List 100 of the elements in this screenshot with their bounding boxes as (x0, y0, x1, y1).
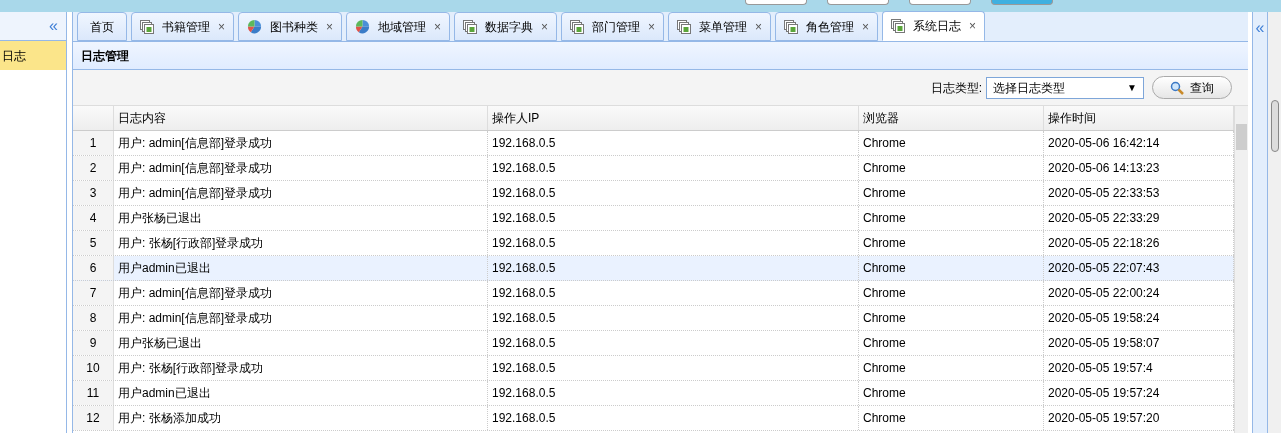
table-cell: Chrome (859, 181, 1044, 205)
sidebar-item[interactable]: 日志 (0, 41, 66, 70)
toolbar-button[interactable] (827, 0, 889, 5)
pie-chart-icon (247, 19, 262, 34)
table-cell: Chrome (859, 156, 1044, 180)
table-cell: Chrome (859, 206, 1044, 230)
table-cell: 192.168.0.5 (488, 181, 859, 205)
panel-title: 日志管理 (81, 47, 129, 65)
table-cell: 192.168.0.5 (488, 256, 859, 280)
table-row[interactable]: 10 用户: 张杨[行政部]登录成功 192.168.0.5 Chrome 2020-05-05 19:57:4 (73, 356, 1234, 381)
table-cell: 192.168.0.5 (488, 231, 859, 255)
table-row[interactable]: 5 用户: 张杨[行政部]登录成功 192.168.0.5 Chrome 2020-05-05 22:18:26 (73, 231, 1234, 256)
table-cell: Chrome (859, 281, 1044, 305)
close-icon[interactable]: × (862, 20, 870, 33)
table-cell: Chrome (859, 406, 1044, 430)
table-cell: Chrome (859, 231, 1044, 255)
column-header[interactable]: 操作人IP (488, 106, 859, 130)
table-cell: 用户: 张杨添加成功 (114, 406, 488, 430)
table-cell: 用户: 张杨[行政部]登录成功 (114, 356, 488, 380)
tab[interactable]: 地域管理 × (346, 12, 451, 41)
table-cell: 192.168.0.5 (488, 306, 859, 330)
collapse-icon[interactable]: « (49, 18, 58, 34)
row-number: 10 (73, 356, 114, 380)
row-number: 5 (73, 231, 114, 255)
table-row[interactable]: 12 用户: 张杨添加成功 192.168.0.5 Chrome 2020-05-05 19:57:20 (73, 406, 1234, 431)
tab[interactable]: 角色管理 × (775, 12, 879, 41)
table-cell: Chrome (859, 306, 1044, 330)
table-row[interactable]: 4 用户张杨已退出 192.168.0.5 Chrome 2020-05-05 22:33:29 (73, 206, 1234, 231)
pages-icon (570, 19, 585, 34)
log-type-select[interactable]: 选择日志类型 ▼ (986, 76, 1144, 99)
close-icon[interactable]: × (648, 20, 656, 33)
table-row[interactable]: 8 用户: admin[信息部]登录成功 192.168.0.5 Chrome 2020-05-05 19:58:24 (73, 306, 1234, 331)
table-cell: 用户: admin[信息部]登录成功 (114, 306, 488, 330)
filter-label: 日志类型: (930, 79, 982, 97)
column-header[interactable]: 浏览器 (859, 106, 1044, 130)
collapse-icon[interactable]: « (1255, 20, 1265, 433)
row-number: 12 (73, 406, 114, 430)
table-cell: 用户: admin[信息部]登录成功 (114, 181, 488, 205)
tab[interactable]: 首页 (77, 12, 127, 41)
tab[interactable]: 系统日志 × (882, 11, 986, 41)
table-cell: 用户: 张杨[行政部]登录成功 (114, 231, 488, 255)
page-scrollbar[interactable] (1268, 12, 1281, 433)
table-cell: 用户: admin[信息部]登录成功 (114, 281, 488, 305)
table-cell: 192.168.0.5 (488, 356, 859, 380)
row-number: 9 (73, 331, 114, 355)
close-icon[interactable]: × (326, 20, 334, 33)
table-cell: 192.168.0.5 (488, 331, 859, 355)
row-number: 6 (73, 256, 114, 280)
row-number: 4 (73, 206, 114, 230)
row-number: 7 (73, 281, 114, 305)
table-cell: 192.168.0.5 (488, 131, 859, 155)
row-number: 11 (73, 381, 114, 405)
scrollbar[interactable] (1234, 106, 1248, 433)
table-row[interactable]: 11 用户admin已退出 192.168.0.5 Chrome 2020-05-05 19:57:24 (73, 381, 1234, 406)
close-icon[interactable]: × (755, 20, 763, 33)
table-cell: Chrome (859, 331, 1044, 355)
search-icon (1170, 80, 1184, 95)
close-icon[interactable]: × (218, 20, 225, 33)
pages-icon (140, 19, 154, 34)
table-cell: 用户: admin[信息部]登录成功 (114, 156, 488, 180)
table-cell: Chrome (859, 381, 1044, 405)
tab[interactable]: 图书种类 × (238, 12, 343, 41)
tab[interactable]: 书籍管理 × (131, 12, 234, 41)
close-icon[interactable]: × (541, 20, 549, 33)
table-cell: 192.168.0.5 (488, 156, 859, 180)
table-cell: 用户张杨已退出 (114, 331, 488, 355)
tab[interactable]: 菜单管理 × (668, 12, 772, 41)
tab[interactable]: 部门管理 × (561, 12, 665, 41)
table-cell: Chrome (859, 256, 1044, 280)
row-number: 8 (73, 306, 114, 330)
table-cell: Chrome (859, 131, 1044, 155)
table-cell: 用户张杨已退出 (114, 206, 488, 230)
close-icon[interactable]: × (434, 20, 442, 33)
pages-icon (891, 19, 906, 33)
column-header[interactable]: 日志内容 (114, 106, 488, 130)
table-row[interactable]: 3 用户: admin[信息部]登录成功 192.168.0.5 Chrome 2020-05-05 22:33:53 (73, 181, 1234, 206)
table-cell: 192.168.0.5 (488, 206, 859, 230)
table-row[interactable]: 7 用户: admin[信息部]登录成功 192.168.0.5 Chrome 2020-05-05 22:00:24 (73, 281, 1234, 306)
table-cell: Chrome (859, 356, 1044, 380)
table-row[interactable]: 2 用户: admin[信息部]登录成功 192.168.0.5 Chrome 2020-05-06 14:13:23 (73, 156, 1234, 181)
table-cell: 192.168.0.5 (488, 281, 859, 305)
table-row[interactable]: 6 用户admin已退出 192.168.0.5 Chrome 2020-05-05 22:07:43 (73, 256, 1234, 281)
toolbar-button[interactable] (745, 0, 807, 5)
close-icon[interactable]: × (969, 20, 977, 32)
table-row[interactable]: 1 用户: admin[信息部]登录成功 192.168.0.5 Chrome 2020-05-06 16:42:14 (73, 131, 1234, 156)
query-button[interactable]: 查询 (1152, 76, 1232, 99)
pages-icon (677, 19, 692, 34)
table-cell: 用户admin已退出 (114, 381, 488, 405)
table-row[interactable]: 9 用户张杨已退出 192.168.0.5 Chrome 2020-05-05 19:58:07 (73, 331, 1234, 356)
table-cell: 192.168.0.5 (488, 406, 859, 430)
table-cell: 192.168.0.5 (488, 381, 859, 405)
tab[interactable]: 数据字典 × (454, 12, 558, 41)
pages-icon (463, 19, 478, 34)
toolbar-button[interactable] (909, 0, 971, 5)
table-cell: 用户: admin[信息部]登录成功 (114, 131, 488, 155)
pie-chart-icon (355, 19, 371, 34)
table-cell: 用户admin已退出 (114, 256, 488, 280)
row-number: 3 (73, 181, 114, 205)
row-number: 2 (73, 156, 114, 180)
pages-icon (784, 19, 799, 34)
